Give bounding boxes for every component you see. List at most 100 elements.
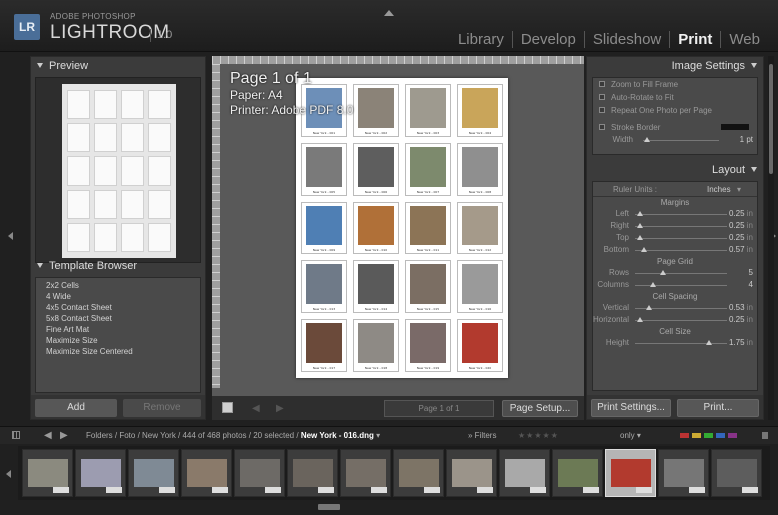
slider-track[interactable] (635, 340, 727, 345)
module-library[interactable]: Library (450, 31, 512, 48)
slider-track[interactable] (635, 211, 727, 216)
slider-rows[interactable]: Rows 5 (593, 267, 757, 279)
slider-vertical[interactable]: Vertical 0.53 in (593, 302, 757, 314)
previous-page-icon[interactable]: ◀ (252, 403, 260, 414)
add-template-button[interactable]: Add (35, 399, 117, 417)
preview-header[interactable]: Preview (31, 57, 205, 75)
slider-horizontal[interactable]: Horizontal 0.25 in (593, 314, 757, 326)
option-row[interactable]: Zoom to Fill Frame (593, 78, 757, 91)
filmstrip-thumbnail[interactable] (287, 449, 338, 497)
checkbox[interactable] (599, 124, 605, 130)
checkbox[interactable] (599, 81, 605, 87)
slider-thumb[interactable] (636, 317, 643, 322)
slider-track[interactable] (635, 223, 727, 228)
template-item[interactable]: 4 Wide (36, 291, 200, 302)
template-item[interactable]: Maximize Size (36, 335, 200, 346)
filmstrip-thumbnail[interactable] (446, 449, 497, 497)
chevron-down-icon[interactable]: ▾ (737, 182, 741, 197)
photo-cell[interactable]: New York - 008 (457, 142, 503, 196)
photo-cell[interactable]: New York - 019 (405, 319, 451, 372)
photo-cell[interactable]: New York - 011 (405, 201, 451, 255)
slider-columns[interactable]: Columns 4 (593, 279, 757, 291)
slider-thumb[interactable] (650, 282, 657, 287)
stroke-width-slider[interactable]: Width 1 pt (593, 134, 757, 146)
slider-height[interactable]: Height 1.75 in (593, 337, 757, 349)
filmstrip-thumbnail[interactable] (181, 449, 232, 497)
filmstrip-thumbnail[interactable] (234, 449, 285, 497)
image-settings-header[interactable]: Image Settings (587, 57, 763, 75)
photo-cell[interactable]: New York - 018 (353, 319, 399, 372)
slider-track[interactable] (635, 247, 727, 252)
template-item[interactable]: 5x8 Contact Sheet (36, 313, 200, 324)
slider-thumb[interactable] (659, 270, 666, 275)
color-label-swatch[interactable] (680, 433, 689, 438)
filmstrip-thumbnail[interactable] (552, 449, 603, 497)
photo-cell[interactable]: New York - 020 (457, 319, 503, 372)
slider-right[interactable]: Right 0.25 in (593, 220, 757, 232)
filmstrip-thumbnail[interactable] (658, 449, 709, 497)
color-label-swatch[interactable] (692, 433, 701, 438)
slider-thumb[interactable] (636, 211, 643, 216)
checkbox[interactable] (599, 107, 605, 113)
module-slideshow[interactable]: Slideshow (583, 31, 669, 48)
module-print[interactable]: Print (669, 31, 720, 48)
lock-icon[interactable] (762, 432, 768, 439)
photo-cell[interactable]: New York - 012 (457, 201, 503, 255)
print-button[interactable]: Print... (677, 399, 759, 417)
filmstrip-thumbnail[interactable] (340, 449, 391, 497)
view-mode-icon[interactable] (222, 402, 233, 413)
back-arrow-icon[interactable]: ◀ (44, 427, 52, 445)
option-row[interactable]: Repeat One Photo per Page (593, 104, 757, 117)
slider-top[interactable]: Top 0.25 in (593, 232, 757, 244)
color-label-filter[interactable] (680, 433, 737, 438)
photo-cell[interactable]: New York - 010 (353, 201, 399, 255)
checkbox[interactable] (599, 94, 605, 100)
template-browser-header[interactable]: Template Browser (31, 257, 205, 275)
slider-left[interactable]: Left 0.25 in (593, 208, 757, 220)
slider-thumb[interactable] (643, 137, 650, 142)
slider-thumb[interactable] (645, 305, 652, 310)
print-settings-button[interactable]: Print Settings... (591, 399, 671, 417)
source-path[interactable]: Folders / Foto / New York / 444 of 468 p… (86, 427, 380, 445)
slider-thumb[interactable] (636, 235, 643, 240)
filmstrip-thumbnail[interactable] (128, 449, 179, 497)
right-panel-scrollbar[interactable] (768, 56, 774, 420)
photo-cell[interactable]: New York - 003 (405, 84, 451, 137)
rating-filter-icon[interactable]: ★★★★★ (518, 427, 559, 445)
photo-cell[interactable]: New York - 017 (301, 319, 347, 372)
photo-cell[interactable]: New York - 002 (353, 84, 399, 137)
slider-track[interactable] (635, 270, 727, 275)
template-item[interactable]: 2x2 Cells (36, 280, 200, 291)
photo-cell[interactable]: New York - 006 (353, 142, 399, 196)
photo-cell[interactable]: New York - 016 (457, 260, 503, 314)
slider-bottom[interactable]: Bottom 0.57 in (593, 244, 757, 256)
module-web[interactable]: Web (720, 31, 768, 48)
grid-view-icon[interactable] (12, 431, 20, 439)
photo-cell[interactable]: New York - 009 (301, 201, 347, 255)
slider-thumb[interactable] (641, 247, 648, 252)
remove-template-button[interactable]: Remove (123, 399, 201, 417)
collapse-bottom-handle[interactable] (318, 504, 340, 510)
template-item[interactable]: Fine Art Mat (36, 324, 200, 335)
filmstrip-thumbnail[interactable] (605, 449, 656, 497)
photo-cell[interactable]: New York - 015 (405, 260, 451, 314)
slider-track[interactable] (643, 137, 719, 142)
ruler-units-value[interactable]: Inches (707, 182, 731, 197)
filmstrip-thumbnail[interactable] (393, 449, 444, 497)
filmstrip-thumbnail[interactable] (75, 449, 126, 497)
collapse-left-arrow-icon[interactable] (8, 232, 13, 240)
slider-thumb[interactable] (705, 340, 712, 345)
module-develop[interactable]: Develop (511, 31, 584, 48)
filmstrip-scroll-left-icon[interactable] (6, 470, 11, 478)
option-row[interactable]: Auto-Rotate to Fit (593, 91, 757, 104)
page-setup-button[interactable]: Page Setup... (502, 400, 578, 417)
photo-cell[interactable]: New York - 004 (457, 84, 503, 137)
filters-label[interactable]: » Filters (468, 427, 496, 445)
template-item[interactable]: 4x5 Contact Sheet (36, 302, 200, 313)
photo-cell[interactable]: New York - 007 (405, 142, 451, 196)
filmstrip-thumbnail[interactable] (499, 449, 550, 497)
photo-cell[interactable]: New York - 014 (353, 260, 399, 314)
stroke-color-swatch[interactable] (721, 124, 749, 130)
rating-filter-mode[interactable]: only ▾ (620, 427, 641, 445)
option-row[interactable]: Stroke Border (593, 121, 757, 134)
